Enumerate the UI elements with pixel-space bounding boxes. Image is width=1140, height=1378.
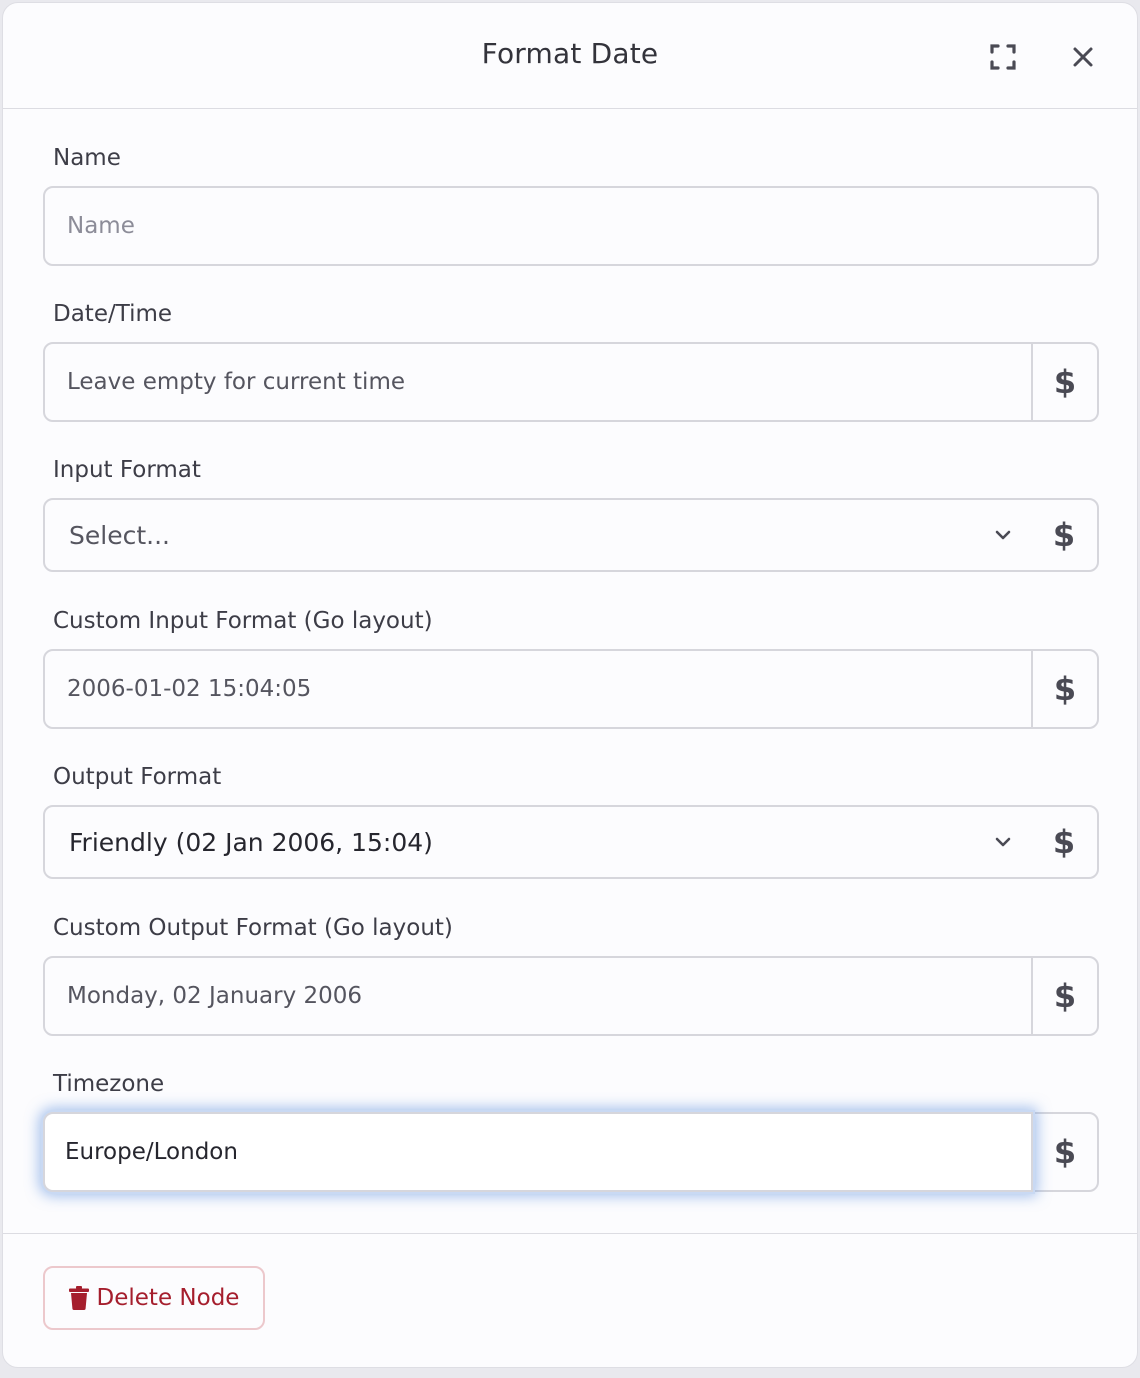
input-format-select[interactable]: Select... $ bbox=[43, 498, 1099, 572]
trash-icon bbox=[68, 1286, 89, 1310]
chevron-down-icon bbox=[995, 500, 1011, 570]
datetime-dynamic-button[interactable]: $ bbox=[1031, 344, 1097, 420]
dollar-icon: $ bbox=[1053, 1133, 1077, 1171]
input-format-selected: Select... bbox=[69, 520, 170, 550]
dollar-icon: $ bbox=[1053, 363, 1077, 401]
timezone-label: Timezone bbox=[53, 1071, 165, 1097]
name-label: Name bbox=[53, 145, 121, 171]
datetime-input[interactable]: Leave empty for current time $ bbox=[43, 342, 1099, 422]
custom-output-format-dynamic-button[interactable]: $ bbox=[1031, 958, 1097, 1034]
chevron-down-icon bbox=[995, 807, 1011, 877]
output-format-selected: Friendly (02 Jan 2006, 15:04) bbox=[69, 827, 433, 857]
timezone-input-value: Europe/London bbox=[65, 1139, 238, 1165]
output-format-select[interactable]: Friendly (02 Jan 2006, 15:04) $ bbox=[43, 805, 1099, 879]
custom-output-format-label: Custom Output Format (Go layout) bbox=[53, 915, 453, 941]
input-format-label: Input Format bbox=[53, 457, 201, 483]
output-format-dynamic-button[interactable]: $ bbox=[1041, 807, 1087, 877]
input-format-dynamic-button[interactable]: $ bbox=[1041, 500, 1087, 570]
timezone-field: Europe/London $ bbox=[43, 1112, 1099, 1192]
expand-button[interactable] bbox=[983, 37, 1023, 77]
close-button[interactable] bbox=[1063, 37, 1103, 77]
dollar-icon: $ bbox=[1053, 670, 1077, 708]
custom-input-format-dynamic-button[interactable]: $ bbox=[1031, 651, 1097, 727]
dollar-icon: $ bbox=[1053, 977, 1077, 1015]
custom-output-format-input[interactable]: Monday, 02 January 2006 $ bbox=[43, 956, 1099, 1036]
custom-output-format-placeholder: Monday, 02 January 2006 bbox=[67, 983, 363, 1009]
output-format-label: Output Format bbox=[53, 764, 222, 790]
datetime-input-placeholder: Leave empty for current time bbox=[67, 369, 406, 395]
timezone-input[interactable]: Europe/London bbox=[43, 1112, 1033, 1192]
dialog-title: Format Date bbox=[481, 37, 659, 70]
custom-input-format-label: Custom Input Format (Go layout) bbox=[53, 608, 433, 634]
footer-divider bbox=[3, 1233, 1137, 1234]
custom-input-format-input[interactable]: 2006-01-02 15:04:05 $ bbox=[43, 649, 1099, 729]
name-input-placeholder: Name bbox=[67, 213, 135, 239]
delete-node-label: Delete Node bbox=[96, 1285, 240, 1311]
expand-icon bbox=[990, 44, 1016, 70]
datetime-label: Date/Time bbox=[53, 301, 173, 327]
dollar-icon: $ bbox=[1052, 823, 1076, 861]
delete-node-button[interactable]: Delete Node bbox=[43, 1266, 265, 1330]
timezone-dynamic-button[interactable]: $ bbox=[1031, 1114, 1097, 1190]
name-input[interactable]: Name bbox=[43, 186, 1099, 266]
close-icon bbox=[1073, 47, 1093, 67]
format-date-dialog: Format Date Name Name Date/Time Leave em… bbox=[2, 2, 1138, 1368]
dialog-header: Format Date bbox=[3, 3, 1137, 109]
dollar-icon: $ bbox=[1052, 516, 1076, 554]
custom-input-format-placeholder: 2006-01-02 15:04:05 bbox=[67, 676, 312, 702]
